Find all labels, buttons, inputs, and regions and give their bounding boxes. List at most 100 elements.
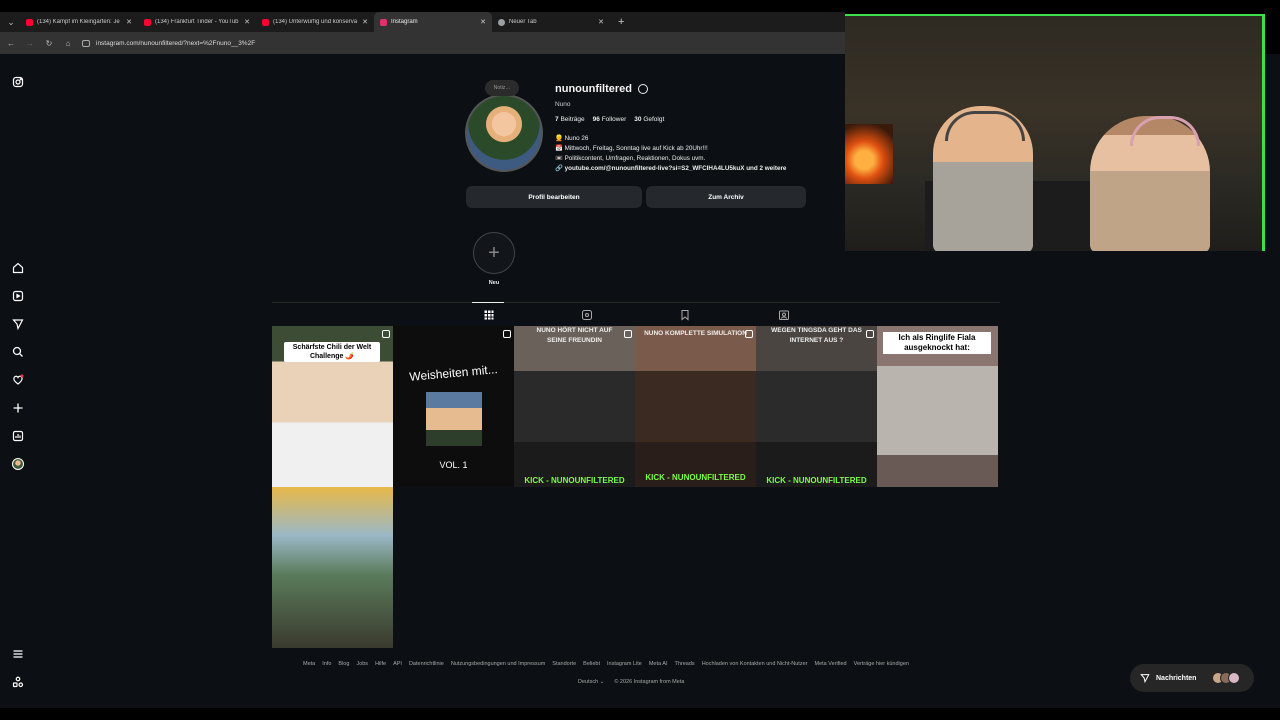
reel-icon xyxy=(624,330,632,338)
bio-link-text: youtube.com/@nunounfiltered-live?si=S2_W… xyxy=(564,165,787,172)
footer-link[interactable]: Hochladen von Kontakten und Nicht-Nutzer xyxy=(702,661,808,667)
scrollbar[interactable] xyxy=(1268,56,1278,656)
tab-tagged-icon[interactable] xyxy=(778,308,790,320)
reel-icon xyxy=(866,330,874,338)
settings-gear-icon[interactable] xyxy=(638,84,648,94)
send-icon xyxy=(1140,674,1150,683)
footer-link[interactable]: Info xyxy=(322,661,331,667)
youtube-icon xyxy=(262,18,269,26)
create-plus-icon[interactable] xyxy=(12,402,24,414)
tab-reels-icon[interactable] xyxy=(581,308,593,320)
url-text: instagram.com/nunounfiltered/?next=%2Fnu… xyxy=(96,39,256,47)
home-icon[interactable] xyxy=(12,262,24,274)
instagram-icon xyxy=(380,18,387,26)
footer-link[interactable]: Instagram Lite xyxy=(607,661,642,667)
home-icon[interactable]: ⌂ xyxy=(63,39,73,48)
footer-link[interactable]: Hilfe xyxy=(375,661,386,667)
close-tab-icon[interactable]: ✕ xyxy=(244,18,250,26)
back-arrow-icon[interactable]: ← xyxy=(6,39,16,48)
profile-avatar-icon[interactable] xyxy=(12,458,24,470)
footer-link[interactable]: Standorte xyxy=(552,661,576,667)
reels-icon[interactable] xyxy=(12,290,24,302)
post-tile[interactable]: WEGEN TINGSDA GEHT DAS INTERNET AUS ? KI… xyxy=(756,326,877,487)
footer-link[interactable]: Nutzungsbedingungen und Impressum xyxy=(451,661,545,667)
post-tile[interactable] xyxy=(272,487,393,648)
archive-button[interactable]: Zum Archiv xyxy=(646,186,806,208)
following-count[interactable]: 30 Gefolgt xyxy=(634,116,664,123)
note-bubble[interactable]: Notiz… xyxy=(485,80,519,96)
notifications-heart-icon[interactable] xyxy=(12,374,24,386)
dashboard-icon[interactable] xyxy=(12,430,24,442)
instagram-logo-icon[interactable] xyxy=(12,76,24,88)
post-overlay-text: KICK - NUNOUNFILTERED xyxy=(524,476,625,485)
tab-saved-bookmark-icon[interactable] xyxy=(679,308,691,321)
footer-link[interactable]: Verträge hier kündigen xyxy=(854,661,909,667)
footer-link[interactable]: API xyxy=(393,661,402,667)
post-caption: Ich als Ringlife Fiala ausgeknockt hat: xyxy=(883,332,991,354)
site-info-icon[interactable] xyxy=(82,39,90,47)
new-tab-plus-icon[interactable]: + xyxy=(618,16,624,28)
browser-tab[interactable]: Neuer Tab ✕ xyxy=(492,12,610,32)
tab-title: (134) Unterwürfig und konserva xyxy=(273,19,358,25)
tab-posts-grid-icon[interactable] xyxy=(483,308,495,320)
avatar xyxy=(1228,672,1241,684)
edit-profile-button[interactable]: Profil bearbeiten xyxy=(466,186,642,208)
post-overlay-text: KICK - NUNOUNFILTERED xyxy=(645,473,746,482)
reload-icon[interactable]: ↻ xyxy=(44,39,54,48)
browser-tab[interactable]: (134) Unterwürfig und konserva ✕ xyxy=(256,12,374,32)
footer-link[interactable]: Beliebt xyxy=(583,661,600,667)
new-highlight-label: Neu xyxy=(488,280,500,286)
browser-tab[interactable]: (134) Frankfurt Tinder - YouTub ✕ xyxy=(138,12,256,32)
youtube-icon xyxy=(144,18,151,26)
message-avatars xyxy=(1212,672,1241,684)
address-bar[interactable]: instagram.com/nunounfiltered/?next=%2Fnu… xyxy=(82,35,842,51)
new-highlight-button[interactable]: + xyxy=(473,232,515,274)
post-tile[interactable]: Ich als Ringlife Fiala ausgeknockt hat: xyxy=(877,326,998,487)
search-icon[interactable] xyxy=(12,346,24,358)
chevron-down-icon: ⌄ xyxy=(599,679,605,685)
messages-button[interactable]: Nachrichten xyxy=(1130,664,1254,692)
meta-apps-icon[interactable] xyxy=(12,676,24,688)
footer-link[interactable]: Meta xyxy=(303,661,315,667)
footer-link[interactable]: Datenrichtlinie xyxy=(409,661,444,667)
tab-search-icon[interactable]: ⌄ xyxy=(2,13,20,31)
close-tab-icon[interactable]: ✕ xyxy=(126,18,132,26)
forward-arrow-icon[interactable]: → xyxy=(25,39,35,48)
footer-link[interactable]: Meta Verified xyxy=(814,661,846,667)
plus-icon: + xyxy=(488,241,500,264)
close-tab-icon[interactable]: ✕ xyxy=(598,18,604,26)
post-tile[interactable]: NUNO HÖRT NICHT AUF SEINE FREUNDIN KICK … xyxy=(514,326,635,487)
footer-link[interactable]: Meta AI xyxy=(649,661,668,667)
browser-tab[interactable]: (134) Kampf im Kleingarten: Je ✕ xyxy=(20,12,138,32)
footer-bottom: Deutsch ⌄ © 2026 Instagram from Meta xyxy=(578,679,684,685)
followers-count[interactable]: 96 Follower xyxy=(593,116,627,123)
post-tile[interactable]: Weisheiten mit... VOL. 1 xyxy=(393,326,514,487)
post-caption: WEGEN TINGSDA GEHT DAS INTERNET AUS ? xyxy=(771,327,862,344)
browser-tab-bar: ⌄ (134) Kampf im Kleingarten: Je ✕ (134)… xyxy=(0,12,845,32)
reel-icon xyxy=(503,330,511,338)
footer-link[interactable]: Blog xyxy=(338,661,349,667)
language-select[interactable]: Deutsch ⌄ xyxy=(578,679,604,685)
direct-messages-icon[interactable] xyxy=(12,318,24,330)
footer-links: Meta Info Blog Jobs Hilfe API Datenricht… xyxy=(303,661,983,667)
profile-photo[interactable] xyxy=(465,94,543,172)
close-tab-icon[interactable]: ✕ xyxy=(480,18,486,26)
post-caption: Weisheiten mit... xyxy=(408,362,499,384)
footer-link[interactable]: Jobs xyxy=(356,661,368,667)
post-caption: Schärfste Chili der Welt Challenge 🌶️ xyxy=(284,342,380,362)
browser-toolbar: ← → ↻ ⌂ instagram.com/nunounfiltered/?ne… xyxy=(0,32,845,54)
browser-tab-active[interactable]: Instagram ✕ xyxy=(374,12,492,32)
active-tab-indicator xyxy=(472,302,504,303)
sidebar-nav xyxy=(0,54,36,708)
copyright: © 2026 Instagram from Meta xyxy=(614,679,685,685)
footer-link[interactable]: Threads xyxy=(675,661,695,667)
post-caption: NUNO HÖRT NICHT AUF SEINE FREUNDIN xyxy=(536,327,613,344)
note-text: Notiz… xyxy=(493,85,511,91)
more-menu-icon[interactable] xyxy=(12,648,24,660)
bio-line: 📼 Politikcontent, Umfragen, Reaktionen, … xyxy=(555,155,706,162)
post-tile[interactable]: Schärfste Chili der Welt Challenge 🌶️ xyxy=(272,326,393,487)
post-tile[interactable]: NUNO KOMPLETTE SIMULATION KICK - NUNOUNF… xyxy=(635,326,756,487)
close-tab-icon[interactable]: ✕ xyxy=(362,18,368,26)
post-overlay-text: VOL. 1 xyxy=(439,460,468,470)
bio-link[interactable]: 🔗 youtube.com/@nunounfiltered-live?si=S2… xyxy=(555,164,786,174)
